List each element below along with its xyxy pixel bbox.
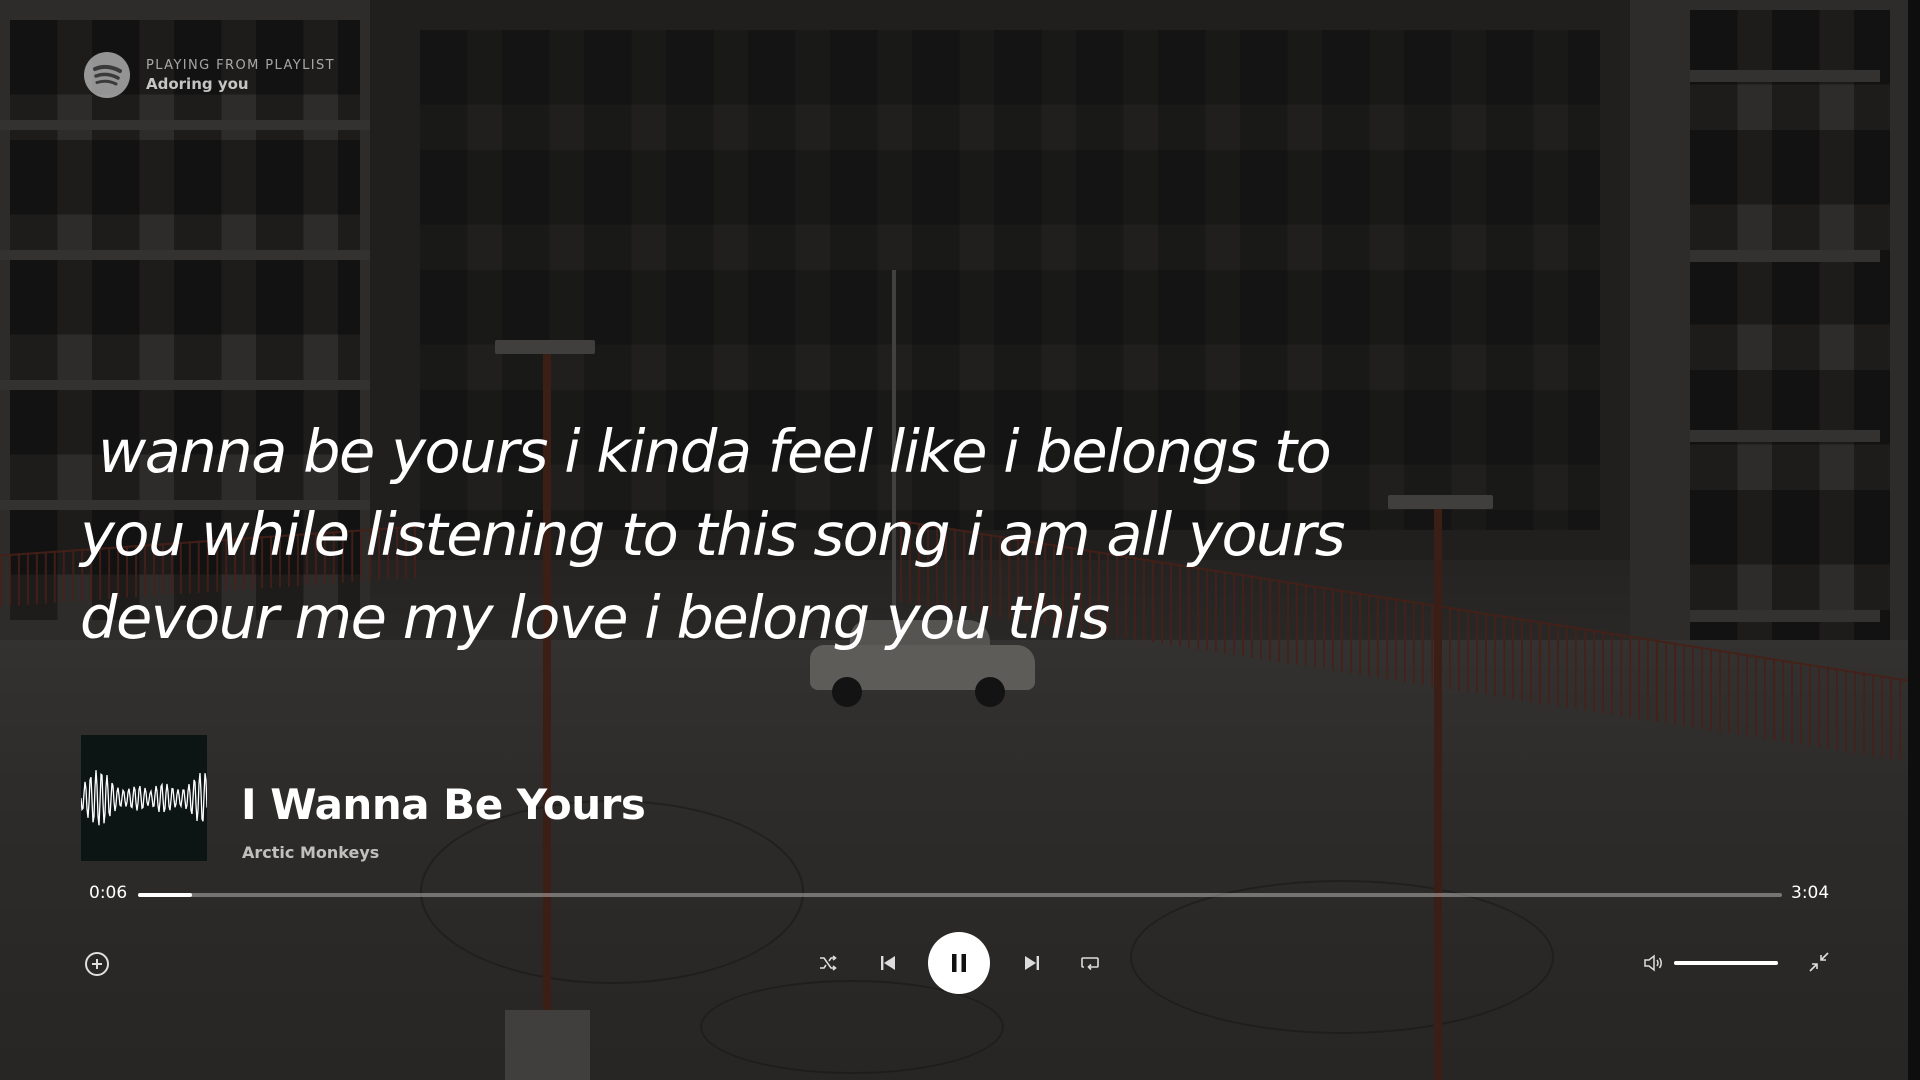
next-button[interactable] — [1019, 950, 1045, 976]
skip-previous-icon — [881, 956, 895, 970]
context-label: PLAYING FROM PLAYLIST — [146, 57, 335, 73]
playlist-name[interactable]: Adoring you — [146, 75, 335, 93]
track-artist[interactable]: Arctic Monkeys — [242, 843, 379, 862]
progress-bar[interactable] — [138, 893, 1782, 897]
shuffle-icon — [820, 955, 837, 971]
window-edge — [1908, 0, 1920, 1080]
repeat-button[interactable] — [1077, 951, 1103, 975]
volume-fill — [1674, 961, 1778, 965]
album-cover[interactable] — [81, 735, 207, 861]
progress-fill — [138, 893, 192, 897]
shuffle-button[interactable] — [816, 951, 840, 975]
playing-context[interactable]: PLAYING FROM PLAYLIST Adoring you — [84, 52, 335, 98]
volume-button[interactable] — [1642, 951, 1666, 975]
elapsed-time: 0:06 — [89, 883, 128, 903]
pause-icon — [952, 954, 966, 972]
minimize-icon — [1809, 952, 1829, 972]
volume-slider[interactable] — [1674, 961, 1778, 965]
spotify-logo-icon — [84, 52, 130, 98]
lyrics-line: you while listening to this song i am al… — [80, 500, 1345, 569]
exit-fullscreen-button[interactable] — [1805, 948, 1833, 976]
repeat-icon — [1081, 957, 1099, 971]
lyrics-line: wanna be yours i kinda feel like i belon… — [98, 417, 1332, 486]
total-time: 3:04 — [1791, 883, 1830, 903]
lyrics-line: devour me my love i belong you this — [80, 583, 1110, 652]
add-circle-icon — [85, 952, 109, 976]
skip-next-icon — [1025, 956, 1039, 970]
volume-icon — [1644, 954, 1662, 972]
track-title[interactable]: I Wanna Be Yours — [241, 780, 646, 829]
fullscreen-player: PLAYING FROM PLAYLIST Adoring you wanna … — [0, 0, 1920, 1080]
soundwave-album-art-icon — [81, 770, 207, 826]
previous-button[interactable] — [875, 950, 901, 976]
pause-button[interactable] — [928, 932, 990, 994]
lyrics-panel: wanna be yours i kinda feel like i belon… — [80, 410, 1420, 659]
add-to-library-button[interactable] — [84, 951, 110, 977]
